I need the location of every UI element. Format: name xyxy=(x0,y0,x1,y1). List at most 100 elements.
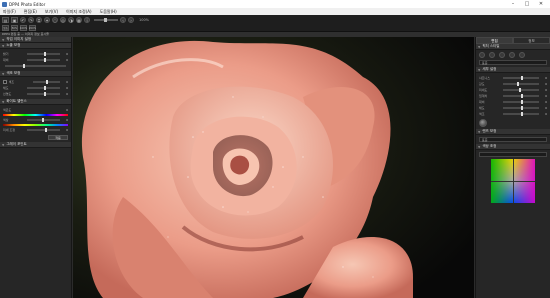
tab-info[interactable]: 정보 xyxy=(513,37,550,44)
menu-adjust[interactable]: 이미지 조정(A) xyxy=(66,9,92,15)
section-gray-point[interactable]: ▼ 그레이 포인트 xyxy=(0,142,71,148)
saturation-slider[interactable] xyxy=(503,105,539,111)
main-window-icon[interactable]: ▤ xyxy=(2,17,9,23)
lens-body: 표준 xyxy=(476,135,550,144)
tint-slider[interactable] xyxy=(27,117,60,123)
slider-knob[interactable] xyxy=(41,117,44,123)
slider-knob[interactable] xyxy=(43,51,46,57)
close-button[interactable]: ✕ xyxy=(534,1,548,7)
slider-row: 색조 0 xyxy=(479,111,547,117)
minimize-button[interactable]: – xyxy=(506,1,520,7)
slider-knob[interactable] xyxy=(43,85,46,91)
exposure-body: 밝기 0 대비 0 xyxy=(0,49,71,71)
panel-tabs: 편집 정보 xyxy=(476,37,550,44)
fine-tune-slider[interactable] xyxy=(27,127,60,133)
style-landscape-icon[interactable] xyxy=(499,52,505,58)
slider-knob[interactable] xyxy=(521,111,523,117)
menu-view[interactable]: 보기(V) xyxy=(45,9,58,15)
slider-knob[interactable] xyxy=(43,57,46,63)
slider-knob[interactable] xyxy=(23,63,26,69)
toolbar-row-2: 맞춤 50% 100% 200% xyxy=(2,24,38,32)
style-neutral-icon[interactable] xyxy=(509,52,515,58)
slider-knob[interactable] xyxy=(43,91,46,97)
slider-value: 0 xyxy=(545,112,547,116)
zoom-readout: 100% xyxy=(139,18,150,22)
menu-file[interactable]: 파일(F) xyxy=(3,9,16,15)
tone-checkbox[interactable] xyxy=(3,80,7,84)
slider-value: 0 xyxy=(545,82,547,86)
slider-value: 0 xyxy=(545,94,547,98)
slider-label: 선명도 xyxy=(3,92,12,96)
lens-dropdown[interactable]: 표준 xyxy=(479,137,547,142)
collapse-icon: ▼ xyxy=(478,129,481,134)
app-icon xyxy=(2,1,7,7)
sharpness-slider[interactable] xyxy=(503,75,539,81)
info-icon[interactable]: i xyxy=(84,17,90,23)
image-canvas[interactable] xyxy=(73,37,474,298)
maximize-button[interactable]: □ xyxy=(520,1,534,7)
title-bar: DPP4 Photo Editor – □ ✕ xyxy=(0,0,550,8)
curve-slider[interactable] xyxy=(5,63,66,69)
slider-row xyxy=(3,63,68,69)
strength-slider[interactable] xyxy=(503,81,539,87)
slider-knob[interactable] xyxy=(521,75,523,81)
prev-icon[interactable]: ‹ xyxy=(120,17,126,23)
clarity-slider[interactable] xyxy=(27,91,60,97)
slider-value: 0 xyxy=(545,76,547,80)
slider-knob[interactable] xyxy=(519,87,522,93)
zoom-slider[interactable] xyxy=(94,18,118,22)
slider-label: 색조 xyxy=(8,80,15,84)
view-100-button[interactable]: 100% xyxy=(20,25,27,31)
slider-knob[interactable] xyxy=(46,79,49,85)
edit-window-icon[interactable]: ▣ xyxy=(11,17,18,23)
slider-label: 임계치 xyxy=(479,94,488,98)
contrast-slider[interactable] xyxy=(503,99,539,105)
rotate-left-icon[interactable]: ↶ xyxy=(20,17,26,23)
rotate-right-icon[interactable]: ↷ xyxy=(28,17,34,23)
window-title: DPP4 Photo Editor xyxy=(9,1,46,7)
menu-help[interactable]: 도움말(H) xyxy=(100,9,117,15)
dial-knob-icon[interactable] xyxy=(479,119,487,127)
slider-knob[interactable] xyxy=(521,99,523,105)
apply-button[interactable]: 적용 xyxy=(48,135,68,140)
view-50-button[interactable]: 50% xyxy=(11,25,18,31)
view-100-label: 100% xyxy=(19,26,28,30)
slider-knob[interactable] xyxy=(521,93,523,99)
slider-label: 미세 조정 xyxy=(3,128,15,132)
hue-slider[interactable] xyxy=(32,79,60,85)
threshold-slider[interactable] xyxy=(503,93,539,99)
next-icon[interactable]: › xyxy=(128,17,134,23)
dust-icon[interactable]: ◌ xyxy=(52,17,58,23)
color-wheel-grid[interactable] xyxy=(491,159,535,203)
slider-label: 대비 xyxy=(3,58,9,62)
slider-knob[interactable] xyxy=(517,81,520,87)
style-standard-icon[interactable] xyxy=(479,52,485,58)
fineness-slider[interactable] xyxy=(503,87,539,93)
menu-edit[interactable]: 편집(E) xyxy=(24,9,37,15)
hue-slider[interactable] xyxy=(503,111,539,117)
color-dropdown[interactable] xyxy=(479,152,547,157)
slider-knob[interactable] xyxy=(45,127,48,133)
view-fit-button[interactable]: 맞춤 xyxy=(2,25,9,31)
tab-edit[interactable]: 편집 xyxy=(476,37,513,44)
lens-icon[interactable]: ◎ xyxy=(60,17,66,23)
compare-icon[interactable]: ◑ xyxy=(68,17,74,23)
view-200-button[interactable]: 200% xyxy=(29,25,36,31)
hue-gradient-bar xyxy=(3,114,68,116)
style-faithful-icon[interactable] xyxy=(519,52,525,58)
contrast-slider[interactable] xyxy=(27,57,60,63)
picture-style-dropdown[interactable]: 표준 xyxy=(479,60,547,65)
section-title: 작업 이미지 설정 xyxy=(6,37,32,41)
slider-value: 0 xyxy=(66,86,68,90)
collapse-icon: ▼ xyxy=(2,43,5,48)
color-adjust-body xyxy=(476,150,550,207)
saturation-slider[interactable] xyxy=(27,85,60,91)
slider-knob[interactable] xyxy=(521,105,523,111)
grid-icon[interactable]: ▦ xyxy=(76,17,82,23)
view-50-label: 50% xyxy=(11,26,18,30)
crop-icon[interactable]: ⌗ xyxy=(36,17,42,23)
brightness-slider[interactable] xyxy=(27,51,60,57)
style-portrait-icon[interactable] xyxy=(489,52,495,58)
stamp-icon[interactable]: ✦ xyxy=(44,17,50,23)
collapse-icon: ▼ xyxy=(478,67,481,72)
